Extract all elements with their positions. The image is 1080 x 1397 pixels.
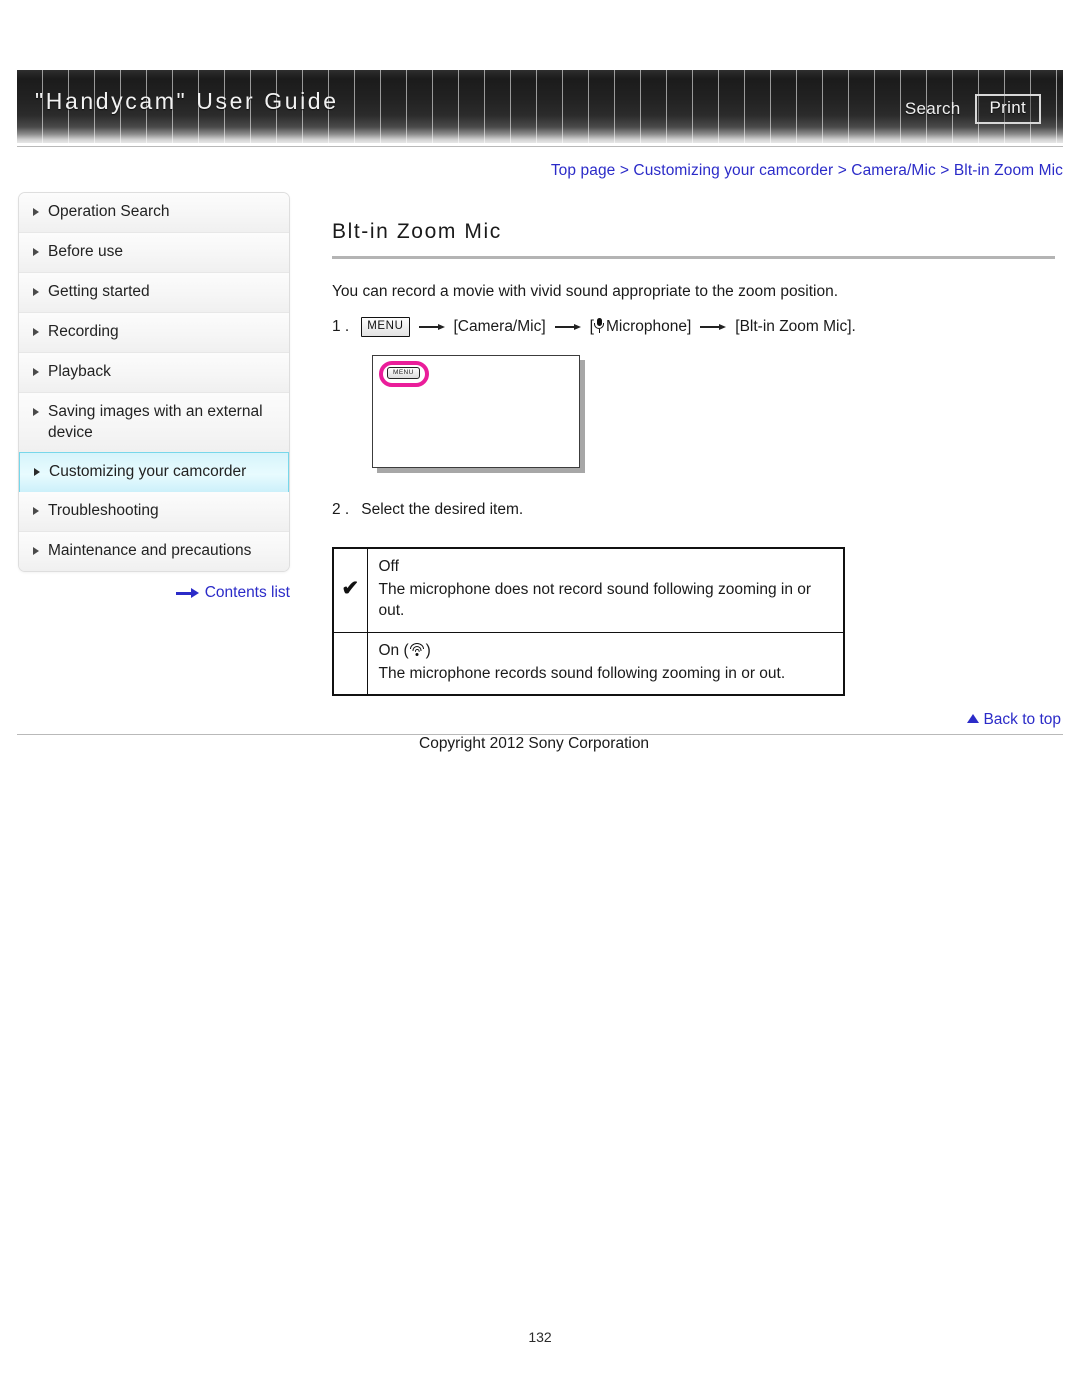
selected-marker-cell: ✔ [332,547,368,633]
sidebar-item-label: Maintenance and precautions [48,542,252,560]
microphone-icon [594,318,605,334]
sidebar-item-label: Getting started [48,282,150,300]
sidebar-item-playback[interactable]: Playback [19,352,289,393]
option-name: On () [379,641,833,662]
table-row: ✔ Off The microphone does not record sou… [332,547,845,633]
triangle-bullet-icon [34,468,40,477]
triangle-bullet-icon [33,247,39,256]
checkmark-icon: ✔ [341,577,360,601]
step-1-item-microphone: Microphone] [605,318,692,336]
breadcrumb-item-top-page[interactable]: Top page [551,162,616,179]
selected-marker-cell [332,631,368,696]
site-header: "Handycam" User Guide Search Print [17,70,1063,143]
sidebar-item-troubleshooting[interactable]: Troubleshooting [19,492,289,533]
breadcrumb-item-current[interactable]: Blt-in Zoom Mic [954,162,1063,179]
right-arrow-icon [175,588,200,599]
page-title: Blt-in Zoom Mic [332,220,502,243]
step-1-item-microphone-group: [Microphone] [590,318,692,336]
sidebar-item-before-use[interactable]: Before use [19,232,289,273]
option-name: Off [378,557,399,575]
table-row: On () The microphone records sound follo… [332,631,845,696]
breadcrumb-item-camera-mic[interactable]: Camera/Mic [851,162,936,179]
step-1-item-camera-mic: [Camera/Mic] [453,318,546,336]
header-actions: Search Print [905,94,1041,124]
triangle-up-icon [967,714,980,723]
breadcrumb-separator: > [837,162,847,179]
contents-list-label: Contents list [204,584,290,602]
site-title: "Handycam" User Guide [35,88,339,114]
back-to-top-label: Back to top [983,711,1061,728]
sidebar-item-saving-images[interactable]: Saving images with an external device [19,392,289,454]
breadcrumb: Top page > Customizing your camcorder > … [0,162,1063,180]
search-button[interactable]: Search [905,99,961,119]
sidebar-item-customizing-your-camcorder[interactable]: Customizing your camcorder [19,452,289,494]
zoom-mic-icon [410,642,425,657]
sidebar-item-operation-search[interactable]: Operation Search [19,193,289,233]
contents-list-link[interactable]: Contents list [18,584,290,602]
sidebar-item-label: Saving images with an external device [48,402,263,441]
back-to-top-link[interactable]: Back to top [0,711,1061,729]
right-arrow-icon [554,322,581,332]
right-arrow-icon [418,322,445,332]
step-2-number: 2 . [332,500,350,518]
option-name-prefix: On ( [378,641,409,659]
option-cell-off[interactable]: Off The microphone does not record sound… [366,547,845,633]
menu-button-icon: MENU [361,317,410,337]
sidebar-item-label: Playback [48,362,111,380]
sidebar-nav-list: Operation Search Before use Getting star… [18,192,290,573]
sidebar-item-label: Before use [48,242,123,260]
option-name-suffix: ) [425,641,431,659]
right-arrow-icon [700,322,727,332]
option-cell-on[interactable]: On () The microphone records sound follo… [366,631,845,696]
breadcrumb-item-customizing[interactable]: Customizing your camcorder [633,162,833,179]
step-1-item-blt-in-zoom-mic: [Blt-in Zoom Mic]. [735,318,856,336]
option-description: The microphone records sound following z… [378,664,786,682]
header-divider [17,146,1063,147]
triangle-bullet-icon [33,327,39,336]
step-2-text: Select the desired item. [361,500,524,518]
sidebar-item-label: Customizing your camcorder [49,463,247,481]
triangle-bullet-icon [33,547,39,556]
copyright-text: Copyright 2012 Sony Corporation [419,735,650,752]
breadcrumb-separator: > [619,162,629,179]
sidebar-item-label: Recording [48,322,119,340]
intro-paragraph: You can record a movie with vivid sound … [332,283,839,300]
breadcrumb-separator: > [940,162,950,179]
camcorder-screen-illustration: MENU [372,354,580,468]
menu-button-icon: MENU [387,366,420,379]
sidebar-item-getting-started[interactable]: Getting started [19,272,289,313]
page-number: 132 [528,1329,552,1345]
step-1-number: 1 . [332,318,350,336]
options-table: ✔ Off The microphone does not record sou… [332,546,845,697]
page-title-divider [332,256,1055,259]
sidebar-item-maintenance-and-precautions[interactable]: Maintenance and precautions [19,532,289,572]
print-button[interactable]: Print [974,94,1041,124]
sidebar-item-label: Operation Search [48,203,170,220]
sidebar: Operation Search Before use Getting star… [18,192,290,602]
triangle-bullet-icon [33,367,39,376]
step-1: 1 . MENU [Camera/Mic] [Microphone] [Blt-… [332,317,1060,337]
option-description: The microphone does not record sound fol… [378,580,812,619]
triangle-bullet-icon [33,507,39,516]
triangle-bullet-icon [33,208,39,216]
main-content: Blt-in Zoom Mic You can record a movie w… [332,220,1060,697]
triangle-bullet-icon [33,287,39,296]
triangle-bullet-icon [33,407,39,416]
sidebar-item-recording[interactable]: Recording [19,312,289,353]
sidebar-item-label: Troubleshooting [48,502,159,520]
step-2: 2 . Select the desired item. [332,501,1060,519]
